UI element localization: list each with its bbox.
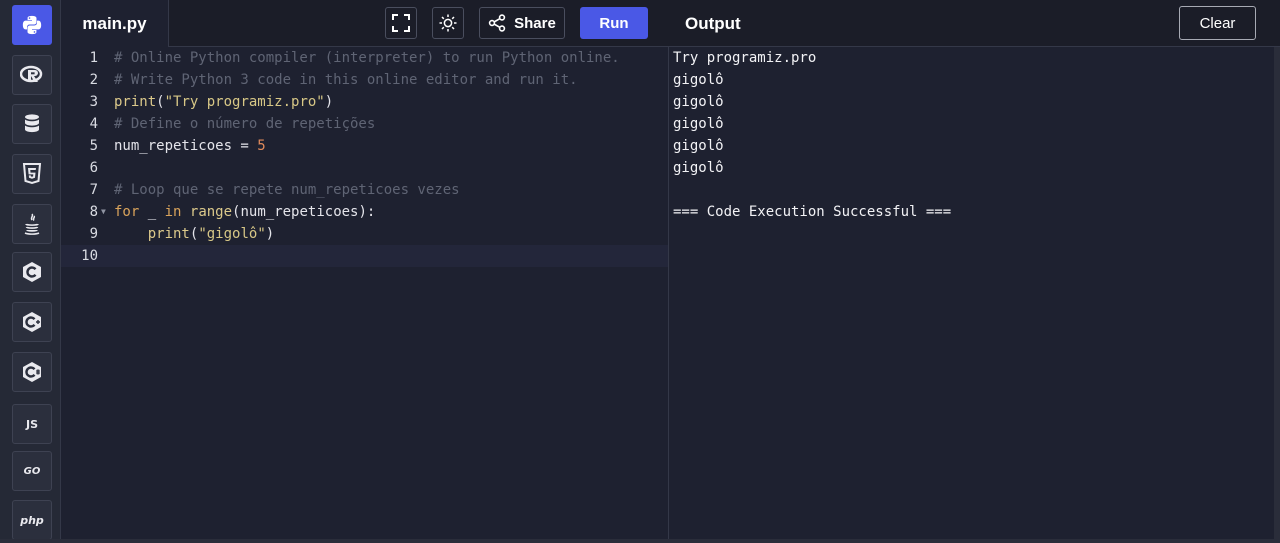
csharp-icon	[23, 362, 41, 382]
line-number: 7	[89, 182, 98, 198]
function-token: range	[189, 204, 233, 220]
function-token: print	[147, 226, 190, 242]
indent-token	[114, 226, 148, 242]
string-token: "gigolô"	[198, 226, 266, 242]
code-line: 5 num_repeticoes = 5	[61, 135, 668, 157]
top-toolbar: main.py Share Run Output Clear	[61, 0, 1280, 47]
output-line: Try programiz.pro	[673, 50, 817, 66]
html-language-button[interactable]	[12, 154, 52, 194]
output-line: gigolô	[673, 116, 724, 132]
go-icon: GO	[23, 465, 41, 477]
code-text: # Define o número de repetições	[114, 116, 376, 132]
fullscreen-button[interactable]	[385, 7, 417, 39]
file-tab[interactable]: main.py	[61, 0, 169, 47]
code-line: 2 # Write Python 3 code in this online e…	[61, 69, 668, 91]
line-number: 8	[89, 204, 98, 220]
line-number: 5	[89, 138, 98, 154]
output-line: gigolô	[673, 94, 724, 110]
sql-language-button[interactable]	[12, 104, 52, 144]
code-text: # Online Python compiler (interpreter) t…	[114, 50, 620, 66]
line-number: 10	[81, 248, 98, 264]
output-line: gigolô	[673, 138, 724, 154]
code-text: print("gigolô")	[114, 223, 274, 245]
line-number: 6	[89, 160, 98, 176]
line-number: 9	[89, 226, 98, 242]
current-code-line: 10	[61, 245, 668, 267]
paren-token: )	[265, 226, 275, 242]
fold-chevron-icon[interactable]: ▼	[101, 201, 106, 223]
javascript-language-button[interactable]: JS	[12, 404, 52, 444]
code-line: 1 # Online Python compiler (interpreter)…	[61, 47, 668, 69]
code-line: 9 print("gigolô")	[61, 223, 668, 245]
code-text: # Loop que se repete num_repeticoes veze…	[114, 182, 460, 198]
code-line: 3 print("Try programiz.pro")	[61, 91, 668, 113]
php-language-button[interactable]: php	[12, 500, 52, 540]
code-text: # Write Python 3 code in this online edi…	[114, 72, 578, 88]
code-line: 7 # Loop que se repete num_repeticoes ve…	[61, 179, 668, 201]
string-token: "Try programiz.pro"	[164, 94, 325, 110]
code-line: 4 # Define o número de repetições	[61, 113, 668, 135]
text-token: (num_repeticoes):	[232, 204, 376, 220]
keyword-token: in	[164, 204, 182, 220]
go-language-button[interactable]: GO	[12, 451, 52, 491]
output-line: gigolô	[673, 72, 724, 88]
code-text: num_repeticoes = 5	[114, 135, 266, 157]
output-line: gigolô	[673, 160, 724, 176]
line-number: 2	[89, 72, 98, 88]
cpp-icon	[23, 312, 41, 332]
database-icon	[25, 114, 39, 133]
execution-status: === Code Execution Successful ===	[673, 204, 952, 220]
output-panel: Try programiz.pro gigolô gigolô gigolô g…	[669, 47, 1274, 543]
php-icon: php	[20, 513, 44, 527]
python-language-button[interactable]	[12, 5, 52, 45]
line-number: 1	[89, 50, 98, 66]
text-token: _	[139, 204, 165, 220]
r-icon	[20, 65, 43, 83]
code-editor[interactable]: 1 # Online Python compiler (interpreter)…	[61, 47, 668, 543]
line-number: 3	[89, 94, 98, 110]
share-icon	[488, 14, 506, 32]
bottom-edge	[0, 539, 1280, 543]
output-scrollbar[interactable]	[1274, 47, 1280, 543]
html5-icon	[22, 163, 42, 185]
c-icon	[23, 262, 41, 282]
python-icon	[22, 15, 42, 35]
share-label: Share	[514, 14, 556, 32]
language-sidebar: JS GO php	[0, 0, 61, 543]
paren-token: (	[156, 94, 165, 110]
keyword-token: for	[114, 204, 140, 220]
clear-button[interactable]: Clear	[1179, 6, 1256, 40]
c-language-button[interactable]	[12, 252, 52, 292]
js-icon: JS	[25, 417, 38, 431]
csharp-language-button[interactable]	[12, 352, 52, 392]
theme-toggle-button[interactable]	[432, 7, 464, 39]
output-title: Output	[685, 13, 741, 33]
variable-token: num_repeticoes =	[114, 138, 258, 154]
function-token: print	[114, 94, 157, 110]
paren-token: )	[324, 94, 334, 110]
cpp-language-button[interactable]	[12, 302, 52, 342]
run-button[interactable]: Run	[580, 7, 648, 39]
r-language-button[interactable]	[12, 55, 52, 95]
share-button[interactable]: Share	[479, 7, 565, 39]
java-language-button[interactable]	[12, 204, 52, 244]
code-line: 8 ▼ for _ in range(num_repeticoes):	[61, 201, 668, 223]
code-text: print("Try programiz.pro")	[114, 91, 333, 113]
fullscreen-icon	[392, 14, 410, 32]
java-icon	[24, 213, 40, 235]
code-line: 6	[61, 157, 668, 179]
line-number: 4	[89, 116, 98, 132]
code-text: for _ in range(num_repeticoes):	[114, 201, 375, 223]
sun-icon	[439, 14, 457, 32]
number-token: 5	[257, 138, 266, 154]
